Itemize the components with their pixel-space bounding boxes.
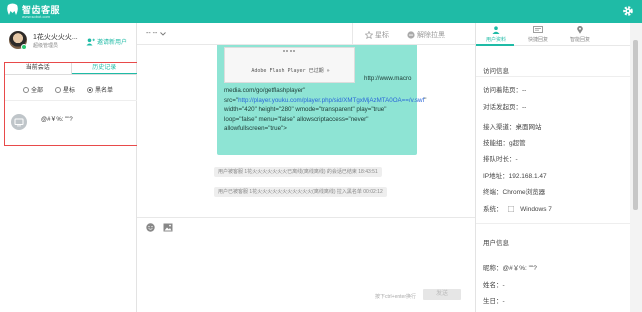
info-row: 技能组：g超管 (483, 140, 526, 147)
info-row: 系统： Windows 7 (483, 205, 552, 213)
list-item[interactable]: @#￥%: ""? (11, 110, 131, 136)
send-button[interactable]: 发送 (423, 289, 461, 300)
tab-smart-reply-label: 智能回复 (569, 37, 590, 43)
invite-user-label: 邀请新用户 (97, 40, 128, 46)
info-row: 接入渠道：桌面网站 (483, 124, 542, 131)
message-input[interactable]: 按下ctrl+enter换行 发送 (137, 235, 475, 312)
chat-lines-icon (533, 26, 543, 33)
info-row: 昵称：@#￥%: ""? (483, 265, 537, 272)
minus-circle-icon (407, 31, 415, 39)
tab-quick-reply[interactable]: 快捷回复 (518, 26, 558, 43)
message-list: Adobe Flash Player 已过期 » http://www.macr… (137, 45, 475, 217)
info-row: 访问着陆页：-- (483, 87, 527, 94)
image-upload-icon[interactable] (163, 223, 173, 232)
star-label: 星标 (375, 32, 389, 39)
session-tabs: 当前会话 历史记录 (5, 63, 137, 75)
invite-user-button[interactable]: 邀请新用户 (86, 37, 127, 46)
add-user-icon (86, 38, 95, 45)
pc-channel-icon (11, 114, 27, 130)
unblock-label: 解除拉黑 (417, 32, 445, 39)
conversation-nickname: @#￥%: ""? (41, 117, 73, 123)
info-row: 对话发起页：-- (483, 104, 527, 111)
monitor-icon (14, 118, 24, 127)
flash-expired-text: Adobe Flash Player 已过期 » (251, 68, 330, 74)
tab-user-profile[interactable]: 用户资料 (476, 26, 516, 43)
agent-role: 超级管理员 (33, 43, 59, 49)
flash-embed: Adobe Flash Player 已过期 » (224, 47, 355, 83)
chat-header: -- -- 星标 解除拉黑 (137, 23, 475, 45)
star-icon (365, 31, 373, 39)
tooth-logo-icon (7, 3, 18, 15)
message-link[interactable]: http://player.youku.com/player.php/sid/X… (238, 97, 424, 104)
right-panel: 用户资料 快捷回复 智能回复 访问信息 访问着陆页：-- 对话发起页：-- 接入… (475, 23, 631, 312)
divider (476, 76, 631, 77)
info-row: 排队时长：- (483, 156, 518, 163)
emoji-icon[interactable] (146, 223, 155, 232)
send-hint: 按下ctrl+enter换行 (375, 294, 416, 300)
message-text: media.com/go/getflashplayer" src="http:/… (224, 86, 426, 134)
divider (5, 100, 137, 101)
filter-starred-label: 星标 (63, 88, 76, 94)
app-domain: www.sobot.com (22, 14, 51, 19)
agent-name: 1花火火火火... (33, 34, 78, 41)
filter-all-label: 全部 (31, 88, 44, 94)
input-toolbar (137, 217, 475, 235)
info-row: 生日：- (483, 298, 505, 305)
filter-all[interactable]: 全部 (23, 85, 43, 94)
system-message: 用户已被客服 1花火火火火火火火火火火火(离线离线) 拉入黑名单 00:02:1… (214, 187, 387, 197)
radio-blacklist[interactable] (87, 86, 94, 93)
info-row: 终端：Chrome浏览器 (483, 189, 546, 196)
chevron-down-icon (160, 31, 167, 36)
star-button[interactable]: 星标 (365, 30, 389, 40)
gear-icon[interactable] (622, 5, 634, 17)
message-url-suffix: http://www.macro (364, 75, 412, 82)
chat-panel: -- -- 星标 解除拉黑 Adobe Flash Player 已过期 » h… (137, 23, 475, 312)
filter-blacklist-label: 黑名单 (95, 88, 114, 94)
divider (352, 23, 353, 45)
location-pin-icon (577, 26, 583, 34)
info-tabs: 用户资料 快捷回复 智能回复 (476, 23, 631, 46)
divider (476, 223, 631, 224)
visit-info-title: 访问信息 (483, 68, 509, 75)
tab-quick-reply-label: 快捷回复 (527, 37, 548, 43)
filter-starred[interactable]: 星标 (55, 85, 75, 94)
tab-user-profile-label: 用户资料 (485, 37, 506, 43)
tab-current-session[interactable]: 当前会话 (5, 63, 72, 74)
radio-starred[interactable] (55, 86, 62, 93)
online-status-dot (21, 44, 27, 50)
visitor-dropdown-label: -- -- (146, 30, 158, 37)
tab-history[interactable]: 历史记录 (71, 63, 137, 74)
user-info-title: 用户信息 (483, 240, 509, 247)
tab-smart-reply[interactable]: 智能回复 (560, 26, 600, 43)
unblock-button[interactable]: 解除拉黑 (407, 30, 445, 40)
visitor-dropdown[interactable]: -- -- (146, 30, 167, 37)
history-filter: 全部 星标 黑名单 (23, 85, 113, 94)
user-icon (492, 26, 500, 34)
system-message: 用户被客服 1花火火火火火火火已离线(离线离线) 的会话已结束 18:43:51 (214, 167, 382, 177)
left-panel: 1花火火火火... 超级管理员 邀请新用户 当前会话 历史记录 全部 星标 黑名… (0, 23, 138, 312)
windows-icon (507, 205, 515, 213)
info-row: IP地址：192.168.1.47 (483, 173, 547, 180)
top-bar: 智齿客服 www.sobot.com (0, 0, 642, 23)
puzzle-icon (283, 48, 295, 52)
info-row: 姓名：- (483, 282, 505, 289)
radio-all[interactable] (23, 86, 29, 93)
history-panel: 当前会话 历史记录 全部 星标 黑名单 @#￥%: ""? (4, 62, 138, 146)
scrollbar-thumb[interactable] (633, 40, 638, 210)
message-bubble: Adobe Flash Player 已过期 » http://www.macr… (217, 45, 426, 155)
filter-blacklist[interactable]: 黑名单 (87, 85, 113, 94)
active-tab-indicator (476, 44, 514, 46)
